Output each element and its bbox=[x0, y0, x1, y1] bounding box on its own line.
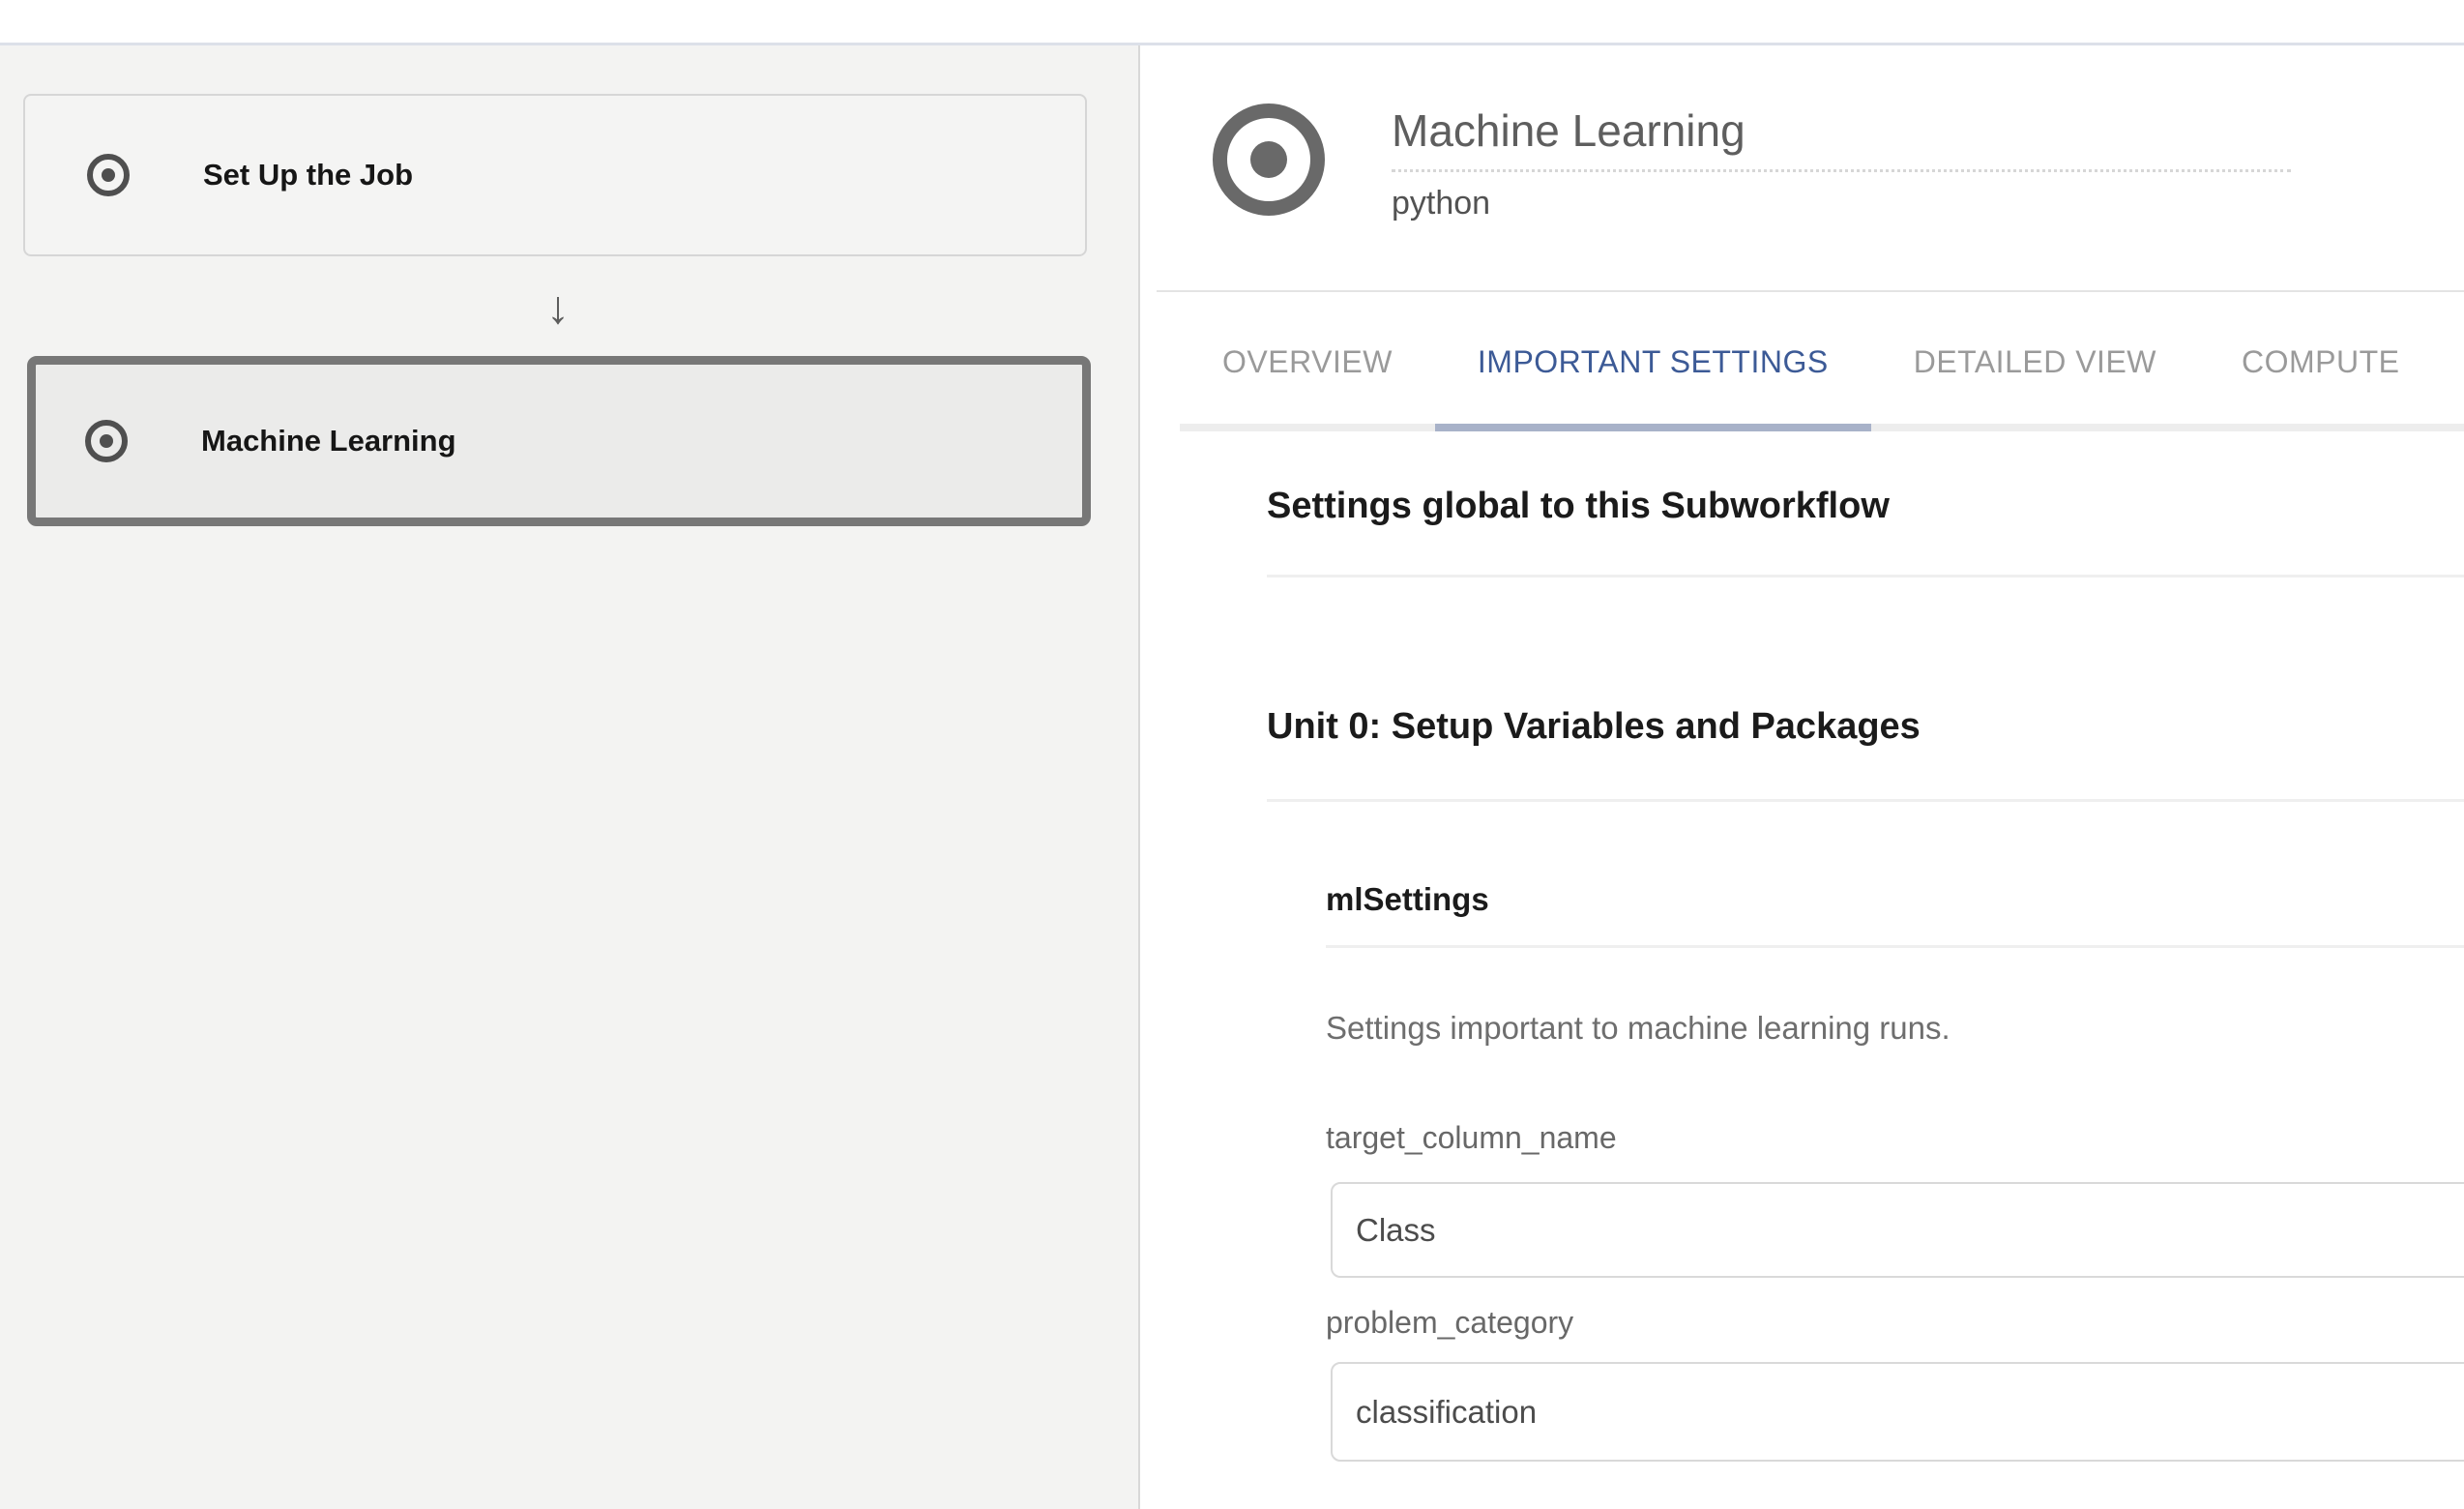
section-divider bbox=[1267, 799, 2464, 802]
node-circle-dot-icon bbox=[1213, 104, 1325, 216]
section-heading-unit-0: Unit 0: Setup Variables and Packages bbox=[1267, 705, 1921, 748]
field-label-problem-category: problem_category bbox=[1326, 1304, 1573, 1341]
step-label: Set Up the Job bbox=[203, 158, 413, 192]
detail-panel: Machine Learning python OVERVIEW IMPORTA… bbox=[1142, 45, 2464, 1509]
section-heading-global: Settings global to this Subworkflow bbox=[1267, 485, 1890, 527]
page-title: Machine Learning bbox=[1392, 105, 2291, 156]
tab-important-settings[interactable]: IMPORTANT SETTINGS bbox=[1435, 311, 1871, 431]
field-input-problem-category[interactable] bbox=[1331, 1362, 2464, 1462]
tab-detailed-view[interactable]: DETAILED VIEW bbox=[1871, 311, 2199, 431]
header-divider bbox=[1157, 290, 2464, 292]
radio-icon bbox=[85, 420, 128, 462]
step-label: Machine Learning bbox=[201, 424, 456, 459]
tab-bar: OVERVIEW IMPORTANT SETTINGS DETAILED VIE… bbox=[1180, 311, 2464, 431]
tab-compute[interactable]: COMPUTE bbox=[2199, 311, 2443, 431]
subsection-description: Settings important to machine learning r… bbox=[1326, 1009, 1951, 1048]
radio-icon bbox=[87, 154, 130, 196]
field-input-target-column-name[interactable] bbox=[1331, 1182, 2464, 1278]
top-bar bbox=[0, 0, 2464, 45]
title-dotted-underline bbox=[1392, 169, 2291, 172]
workflow-panel: Set Up the Job ↓ Machine Learning bbox=[0, 45, 1140, 1509]
section-divider bbox=[1326, 945, 2464, 948]
section-divider bbox=[1267, 575, 2464, 577]
subsection-title-mlsettings: mlSettings bbox=[1326, 880, 1489, 919]
step-card-set-up-the-job[interactable]: Set Up the Job bbox=[23, 94, 1087, 256]
field-label-target-column-name: target_column_name bbox=[1326, 1119, 1617, 1156]
node-subtitle: python bbox=[1392, 185, 2291, 222]
down-arrow-icon: ↓ bbox=[510, 278, 606, 340]
header-title-block: Machine Learning python bbox=[1392, 105, 2291, 222]
app-window: Set Up the Job ↓ Machine Learning Machin… bbox=[0, 0, 2464, 1509]
tab-overview[interactable]: OVERVIEW bbox=[1180, 311, 1435, 431]
step-card-machine-learning[interactable]: Machine Learning bbox=[27, 356, 1091, 526]
